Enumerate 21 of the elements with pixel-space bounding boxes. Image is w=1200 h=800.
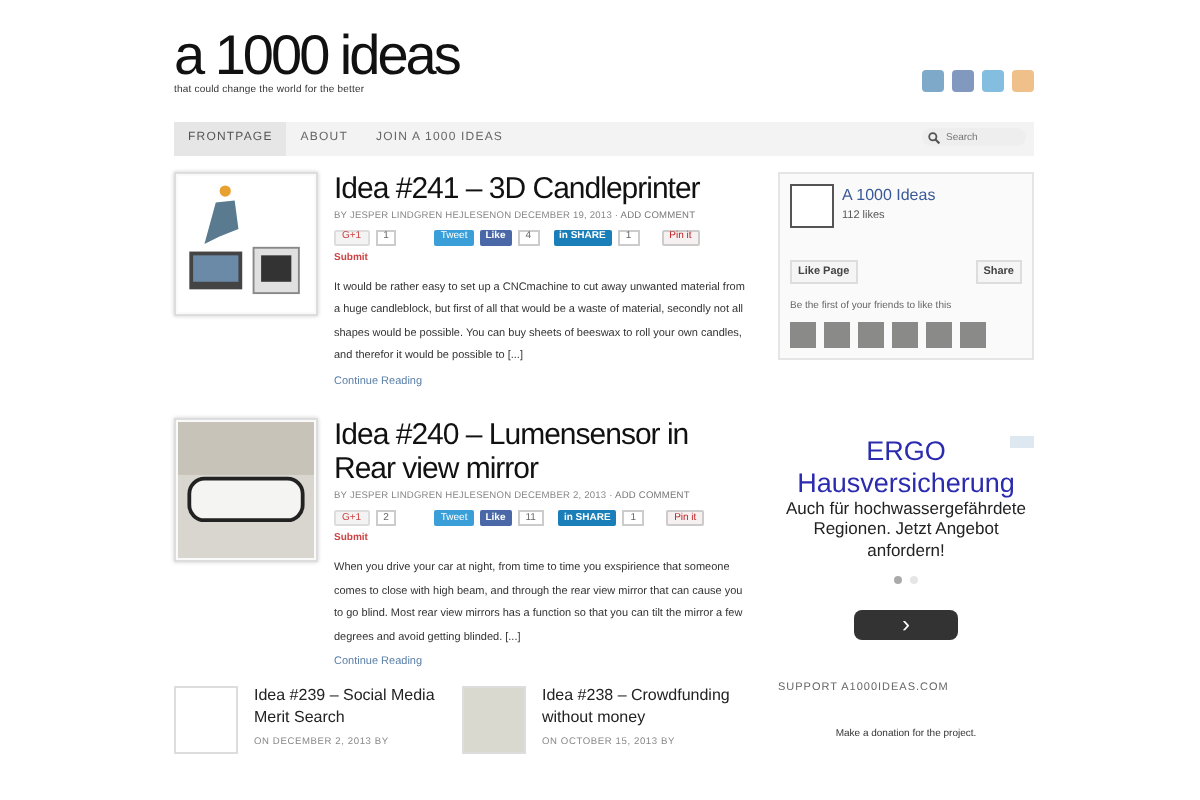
post-thumbnail (174, 686, 238, 755)
carousel-dot[interactable] (894, 575, 902, 584)
search-icon (928, 132, 940, 145)
post-title[interactable]: Idea #239 – Social Media Merit Search (254, 686, 462, 729)
ad-text: Auch für hochwassergefährdete Regionen. Jetzt Angebot anfordern! (783, 498, 1029, 560)
post-title[interactable]: Idea #240 – Lumensensor in Rear view mirror (334, 417, 750, 487)
avatar-placeholder (790, 322, 816, 349)
page-name-link[interactable]: A 1000 Ideas (842, 183, 936, 207)
avatar-placeholder (892, 322, 918, 349)
next-button[interactable]: › (854, 609, 958, 640)
avatar-placeholder (858, 322, 884, 349)
post-title[interactable]: Idea #238 – Crowdfunding without money (542, 686, 750, 729)
avatar-placeholder (960, 322, 986, 349)
ad-title[interactable]: ERGO Hausversicherung (778, 436, 1034, 499)
post-title[interactable]: Idea #241 – 3D Candleprinter (334, 171, 750, 206)
page-logo-icon (790, 183, 834, 227)
avatar-placeholder (926, 322, 952, 349)
site-logo[interactable]: a 1000 ideas (174, 28, 459, 84)
mirror-photo-placeholder (178, 421, 314, 558)
post-thumbnail (462, 686, 526, 755)
avatar-placeholder (824, 322, 850, 349)
